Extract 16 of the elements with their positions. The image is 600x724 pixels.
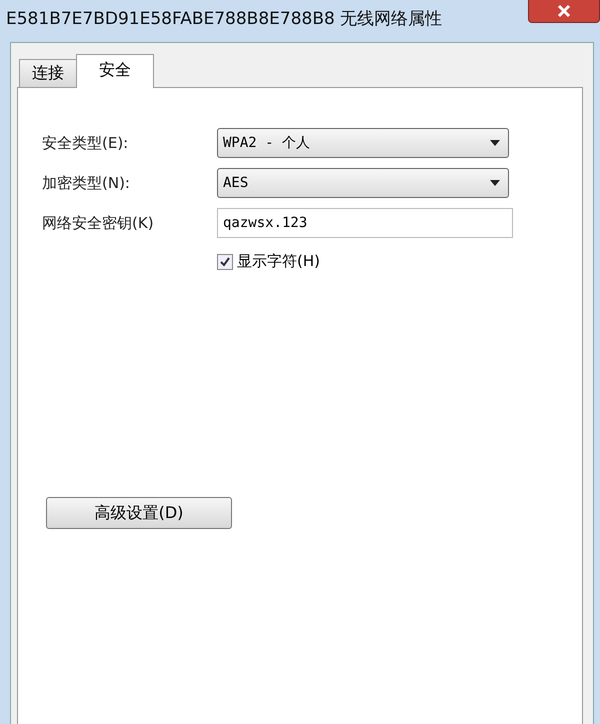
caret-icon: [490, 180, 500, 186]
tab[interactable]: 安全: [76, 54, 154, 88]
input-field[interactable]: qazwsx.123: [217, 208, 513, 238]
close-button[interactable]: [528, 0, 600, 23]
field-label: 加密类型(N):: [42, 174, 131, 192]
checkbox-label: 显示字符(H): [237, 252, 320, 271]
close-icon: [556, 4, 572, 18]
field-label: 网络安全密钥(K): [42, 214, 155, 232]
caret-icon: [490, 140, 500, 146]
checkbox[interactable]: [217, 254, 233, 270]
tab[interactable]: 连接: [19, 59, 77, 87]
dropdown[interactable]: WPA2 - 个人: [217, 128, 509, 158]
advanced-settings-button[interactable]: 高级设置(D): [46, 497, 232, 529]
field-label: 安全类型(E):: [42, 134, 130, 152]
dropdown[interactable]: AES: [217, 168, 509, 198]
window-title: E581B7E7BD91E58FABE788B8E788B8 无线网络属性: [6, 8, 442, 30]
